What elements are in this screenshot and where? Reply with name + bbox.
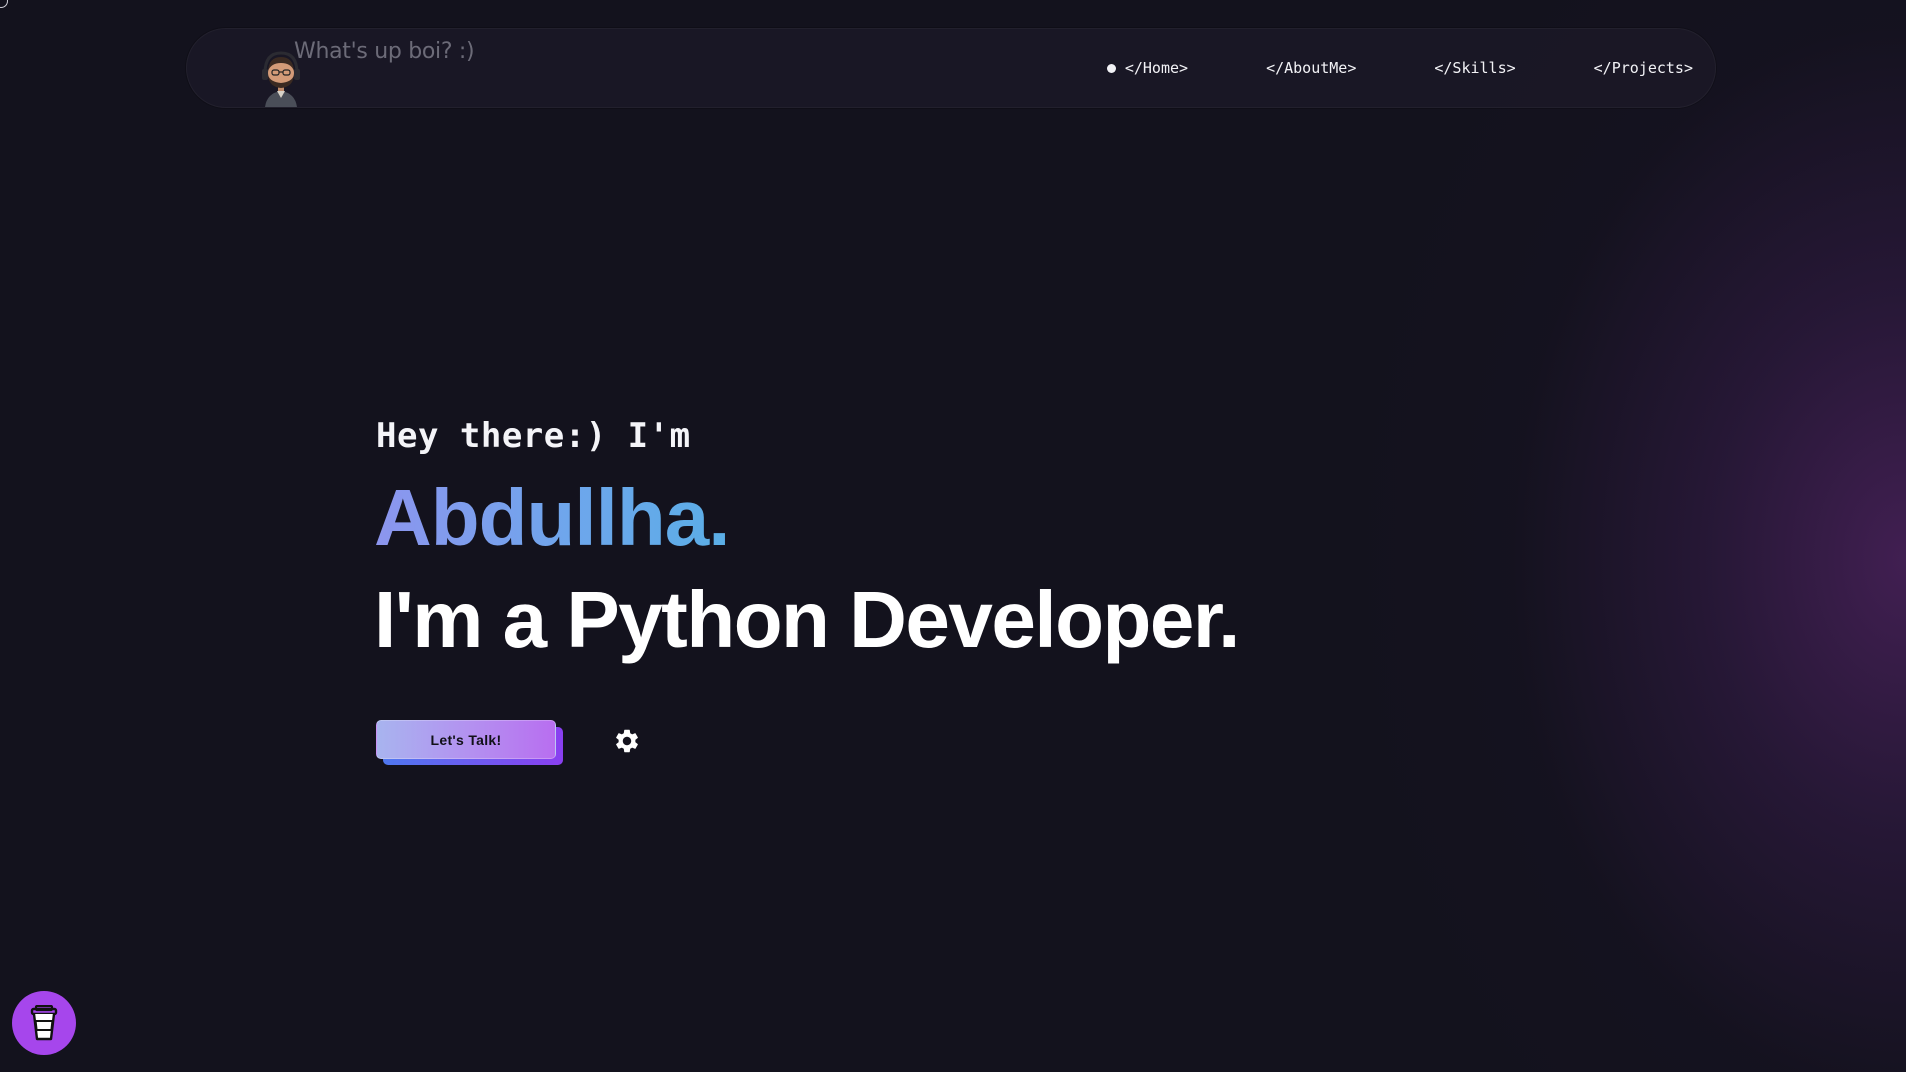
greeting-text: What's up boi? :) — [294, 39, 475, 64]
nav-link-label: </Home> — [1124, 59, 1189, 77]
nav-link-home[interactable]: </Home> — [1106, 59, 1189, 77]
page: What's up boi? :) </Home> </AboutMe> </S… — [0, 0, 1906, 1072]
nav-link-aboutme[interactable]: </AboutMe> — [1266, 59, 1356, 77]
hero-role: I'm a Python Developer. — [374, 575, 1240, 664]
coffee-button[interactable] — [12, 991, 76, 1055]
hero-name: Abdullha. — [374, 470, 730, 566]
hero-intro-text: Hey there:) I'm — [376, 416, 691, 456]
nav-link-skills[interactable]: </Skills> — [1434, 59, 1515, 77]
nav-links: </Home> </AboutMe> </Skills> </Projects> — [1106, 59, 1693, 77]
navbar: What's up boi? :) </Home> </AboutMe> </S… — [186, 28, 1716, 108]
coffee-cup-icon — [30, 1005, 58, 1041]
cursor-icon — [0, 0, 8, 8]
nav-link-label: </Skills> — [1434, 59, 1516, 77]
gear-icon — [616, 729, 638, 753]
lets-talk-button-wrapper: Let's Talk! — [376, 720, 564, 766]
settings-button[interactable] — [613, 727, 641, 755]
nav-link-projects[interactable]: </Projects> — [1594, 59, 1693, 77]
nav-link-label: </AboutMe> — [1266, 59, 1357, 77]
nav-link-label: </Projects> — [1593, 59, 1693, 77]
active-indicator-dot — [1106, 63, 1116, 73]
lets-talk-button[interactable]: Let's Talk! — [376, 720, 556, 759]
